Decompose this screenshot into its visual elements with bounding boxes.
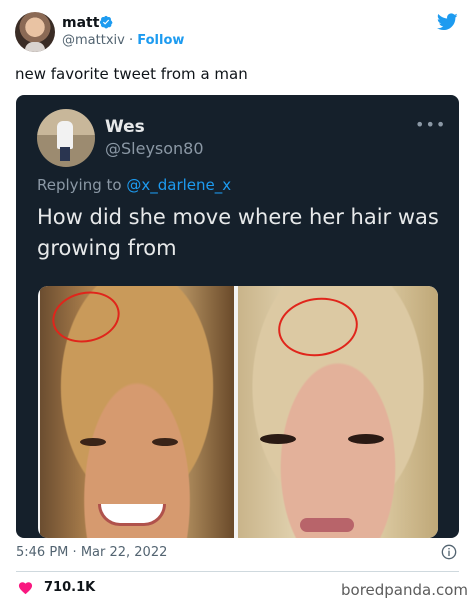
footer-divider [16,571,459,572]
replying-prefix: Replying to [37,176,122,194]
right-photo-eye [348,434,384,444]
handle-separator: · [128,33,134,48]
replying-to-row: Replying to @x_darlene_x [37,175,231,195]
quoted-author-avatar[interactable] [37,109,95,167]
left-photo-eye [152,438,178,446]
tweet-date: Mar 22, 2022 [80,545,168,560]
timestamp-row[interactable]: 5:46 PM · Mar 22, 2022 [16,545,167,561]
quoted-author-name[interactable]: Wes [105,116,145,138]
twitter-bird-icon[interactable] [437,13,458,31]
more-icon[interactable]: ••• [415,115,446,134]
tweet-header: matt @mattxiv · Follow [0,0,474,60]
avatar-figure [57,121,73,149]
right-photo-eye [260,434,296,444]
info-icon[interactable] [441,544,457,560]
photo-left[interactable] [40,286,234,538]
watermark: boredpanda.com [341,581,469,599]
left-photo-smile [98,504,166,526]
verified-badge-icon [99,15,113,29]
heart-icon[interactable] [18,580,33,595]
quoted-tweet-card[interactable]: Wes @Sleyson80 ••• Replying to @x_darlen… [16,95,459,538]
quoted-tweet-text: How did she move where her hair was grow… [37,205,439,260]
author-handle-row: @mattxiv · Follow [62,33,184,49]
tweet-time: 5:46 PM [16,545,69,560]
photo-right[interactable] [238,286,438,538]
annotation-circle-left [47,286,125,349]
left-photo-eye [80,438,106,446]
quoted-author-handle[interactable]: @Sleyson80 [105,139,204,159]
timestamp-separator: · [72,545,77,560]
follow-button[interactable]: Follow [137,33,184,48]
replying-to-mention[interactable]: @x_darlene_x [126,176,231,194]
like-count[interactable]: 710.1K [44,580,95,596]
author-handle[interactable]: @mattxiv [62,33,125,48]
avatar-figure-legs [60,147,70,161]
media-frame[interactable] [38,286,438,538]
author-name[interactable]: matt [62,14,99,32]
author-avatar[interactable] [15,12,55,52]
annotation-circle-right [274,292,362,362]
right-photo-lips [300,518,354,532]
tweet-text: new favorite tweet from a man [15,65,248,83]
